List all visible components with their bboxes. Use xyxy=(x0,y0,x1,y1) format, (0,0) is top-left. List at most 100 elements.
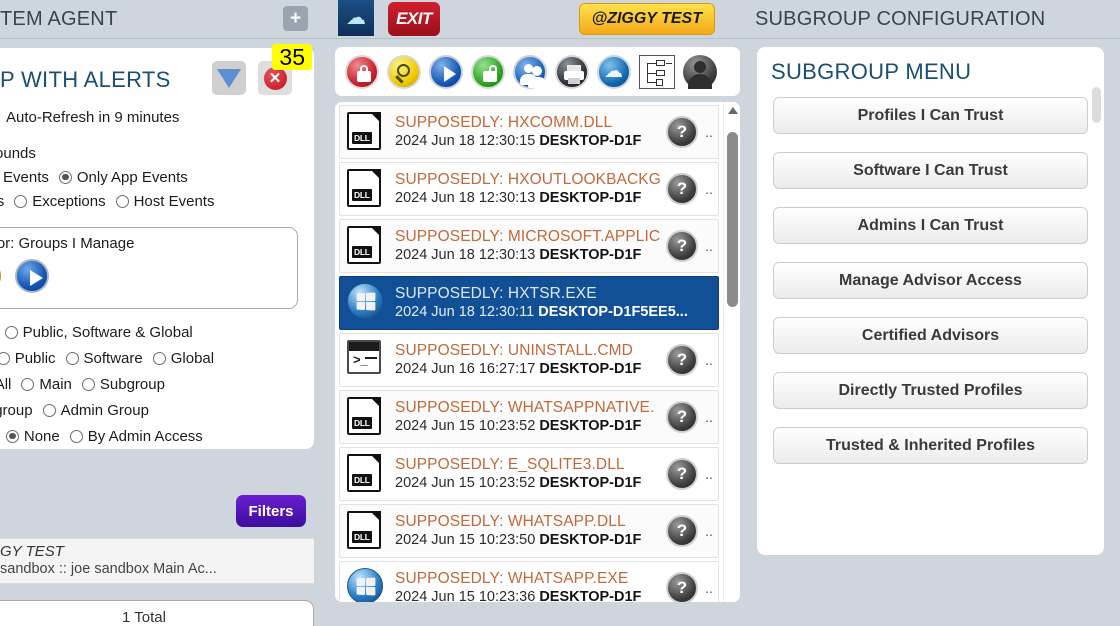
help-question-icon[interactable]: ? xyxy=(666,401,698,433)
unlock-body xyxy=(483,70,497,82)
label-by-admin-access: By Admin Access xyxy=(87,427,203,445)
search-yellow-icon[interactable] xyxy=(387,54,421,89)
row-date: 2024 Jun 15 10:23:50 xyxy=(395,532,536,548)
row-text: SUPPOSEDLY: WHATSAPPNATIVE. 2024 Jun 15 … xyxy=(395,398,666,436)
scrollbar-thumb[interactable] xyxy=(727,132,738,307)
help-question-icon[interactable]: ? xyxy=(666,116,698,148)
row-title: SUPPOSEDLY: UNINSTALL.CMD xyxy=(395,342,633,359)
table-row[interactable]: DLL SUPPOSEDLY: E_SQLITE3.DLL 2024 Jun 1… xyxy=(339,447,719,501)
filter-row-5: groups None By Admin Access xyxy=(0,423,314,449)
table-row[interactable]: DLL SUPPOSEDLY: WHATSAPP.DLL 2024 Jun 15… xyxy=(339,504,719,558)
printer-icon[interactable] xyxy=(555,54,589,89)
trusted-inherited-profiles-button[interactable]: Trusted & Inherited Profiles xyxy=(773,427,1088,464)
help-question-icon[interactable]: ? xyxy=(666,230,698,262)
row-host: DESKTOP-D1F xyxy=(539,418,642,434)
row-ellipsis: .. xyxy=(705,580,713,596)
alert-sounds-block: Alert Sounds : All Events Only App Event… xyxy=(0,141,314,213)
lock-body xyxy=(357,70,371,82)
apps-row: ed Apps Exceptions Host Events xyxy=(0,189,314,213)
ziggy-test-button[interactable]: @ZIGGY TEST xyxy=(578,3,715,35)
table-row-selected[interactable]: SUPPOSEDLY: HXTSR.EXE 2024 Jun 18 12:30:… xyxy=(339,276,719,330)
label-public: Public xyxy=(14,349,56,367)
cloud-logo-icon[interactable]: ☁ xyxy=(338,0,374,36)
row-title: SUPPOSEDLY: HXTSR.EXE xyxy=(395,285,597,302)
profiles-i-can-trust-button[interactable]: Profiles I Can Trust xyxy=(773,97,1088,134)
label-only-app-events: Only App Events xyxy=(76,168,188,186)
radio-software[interactable] xyxy=(65,351,79,365)
filters-button[interactable]: Filters xyxy=(236,495,306,527)
directly-trusted-profiles-button[interactable]: Directly Trusted Profiles xyxy=(773,372,1088,409)
row-date: 2024 Jun 16 16:27:17 xyxy=(395,361,536,377)
radio-admin-group[interactable] xyxy=(42,403,56,417)
play-orb-icon[interactable] xyxy=(15,259,49,293)
help-question-icon[interactable]: ? xyxy=(666,572,698,602)
list-scrollbar[interactable] xyxy=(723,102,740,602)
row-ellipsis: .. xyxy=(705,238,713,254)
radio-none[interactable] xyxy=(5,429,19,443)
label-type-all: All xyxy=(0,375,12,393)
row-host: DESKTOP-D1F xyxy=(539,532,642,548)
lock-red-icon[interactable] xyxy=(345,54,379,89)
filter-funnel-icon[interactable] xyxy=(212,61,246,95)
cloud-blue-icon[interactable]: ☁ xyxy=(597,54,631,89)
radio-by-admin-access[interactable] xyxy=(69,429,83,443)
avatar-body xyxy=(688,73,712,89)
table-row[interactable]: DLL SUPPOSEDLY: WHATSAPPNATIVE. 2024 Jun… xyxy=(339,390,719,444)
right-panel: SUBGROUP CONFIGURATION SUBGROUP MENU Pro… xyxy=(745,0,1120,626)
help-question-icon[interactable]: ? xyxy=(666,173,698,205)
play-glyph xyxy=(30,270,43,286)
label-exceptions: Exceptions xyxy=(32,192,106,210)
exit-button[interactable]: EXIT xyxy=(388,2,440,36)
row-date: 2024 Jun 15 10:23:52 xyxy=(395,475,536,491)
dll-file-icon: DLL xyxy=(347,112,387,152)
radio-only-app-events[interactable] xyxy=(58,170,72,184)
plus-icon[interactable]: + xyxy=(283,6,308,31)
help-question-icon[interactable]: ? xyxy=(666,344,698,376)
right-scrollbar-thumb[interactable] xyxy=(1092,87,1101,123)
radio-public-software-global[interactable] xyxy=(4,325,18,339)
certified-advisors-button[interactable]: Certified Advisors xyxy=(773,317,1088,354)
page-title: TEM AGENT xyxy=(0,7,118,30)
row-date: 2024 Jun 18 12:30:13 xyxy=(395,247,536,263)
table-row[interactable]: SUPPOSEDLY: WHATSAPP.EXE 2024 Jun 15 10:… xyxy=(339,561,719,602)
row-ellipsis: .. xyxy=(705,466,713,482)
dll-file-icon: DLL xyxy=(347,397,387,437)
row-subtitle: 2024 Jun 15 10:23:52 DESKTOP-D1F xyxy=(395,417,666,436)
software-i-can-trust-button[interactable]: Software I Can Trust xyxy=(773,152,1088,189)
table-row[interactable]: DLL SUPPOSEDLY: HXCOMM.DLL 2024 Jun 18 1… xyxy=(339,105,719,159)
radio-exceptions[interactable] xyxy=(14,194,28,208)
toolbar: ☁ xyxy=(335,47,740,96)
auto-refresh-row: e ▾ Auto-Refresh in 9 minutes xyxy=(0,102,314,132)
admins-i-can-trust-button[interactable]: Admins I Can Trust xyxy=(773,207,1088,244)
row-date: 2024 Jun 18 12:30:11 xyxy=(395,304,535,320)
table-row[interactable]: DLL SUPPOSEDLY: HXOUTLOOKBACKG 2024 Jun … xyxy=(339,162,719,216)
radio-public[interactable] xyxy=(0,351,10,365)
row-title: SUPPOSEDLY: HXCOMM.DLL xyxy=(395,114,613,131)
search-orb-icon[interactable] xyxy=(0,259,1,293)
scroll-up-arrow-icon[interactable] xyxy=(727,107,738,114)
radio-host-events[interactable] xyxy=(115,194,129,208)
unlock-green-icon[interactable] xyxy=(471,54,505,89)
radio-global[interactable] xyxy=(152,351,166,365)
avatar-head xyxy=(694,60,706,73)
avatar-icon[interactable] xyxy=(683,54,717,89)
manage-advisor-access-button[interactable]: Manage Advisor Access xyxy=(773,262,1088,299)
table-row[interactable]: DLL SUPPOSEDLY: MICROSOFT.APPLIC 2024 Ju… xyxy=(339,219,719,273)
help-question-icon[interactable]: ? xyxy=(666,458,698,490)
alert-sounds-label: Alert Sounds xyxy=(0,144,36,162)
row-title: SUPPOSEDLY: HXOUTLOOKBACKG xyxy=(395,171,661,188)
org-chart-icon[interactable] xyxy=(639,54,675,89)
radio-main[interactable] xyxy=(21,377,35,391)
printer-tray xyxy=(568,77,580,84)
users-blue-icon[interactable] xyxy=(513,54,547,89)
radio-subgroup[interactable] xyxy=(81,377,95,391)
row-subtitle: 2024 Jun 18 12:30:13 DESKTOP-D1F xyxy=(395,246,666,265)
table-row[interactable]: >_ SUPPOSEDLY: UNINSTALL.CMD 2024 Jun 16… xyxy=(339,333,719,387)
help-question-icon[interactable]: ? xyxy=(666,515,698,547)
label-all-events: All Events xyxy=(0,168,49,186)
alerts-title: P WITH ALERTS xyxy=(0,67,171,92)
row-text: SUPPOSEDLY: HXTSR.EXE 2024 Jun 18 12:30:… xyxy=(395,284,700,322)
row-text: SUPPOSEDLY: WHATSAPP.EXE 2024 Jun 15 10:… xyxy=(395,569,666,602)
play-blue-icon[interactable] xyxy=(429,54,463,89)
middle-panel: ☁ EXIT @ZIGGY TEST ☁ DLL SUPPOSEDLY: HXC… xyxy=(330,0,930,626)
